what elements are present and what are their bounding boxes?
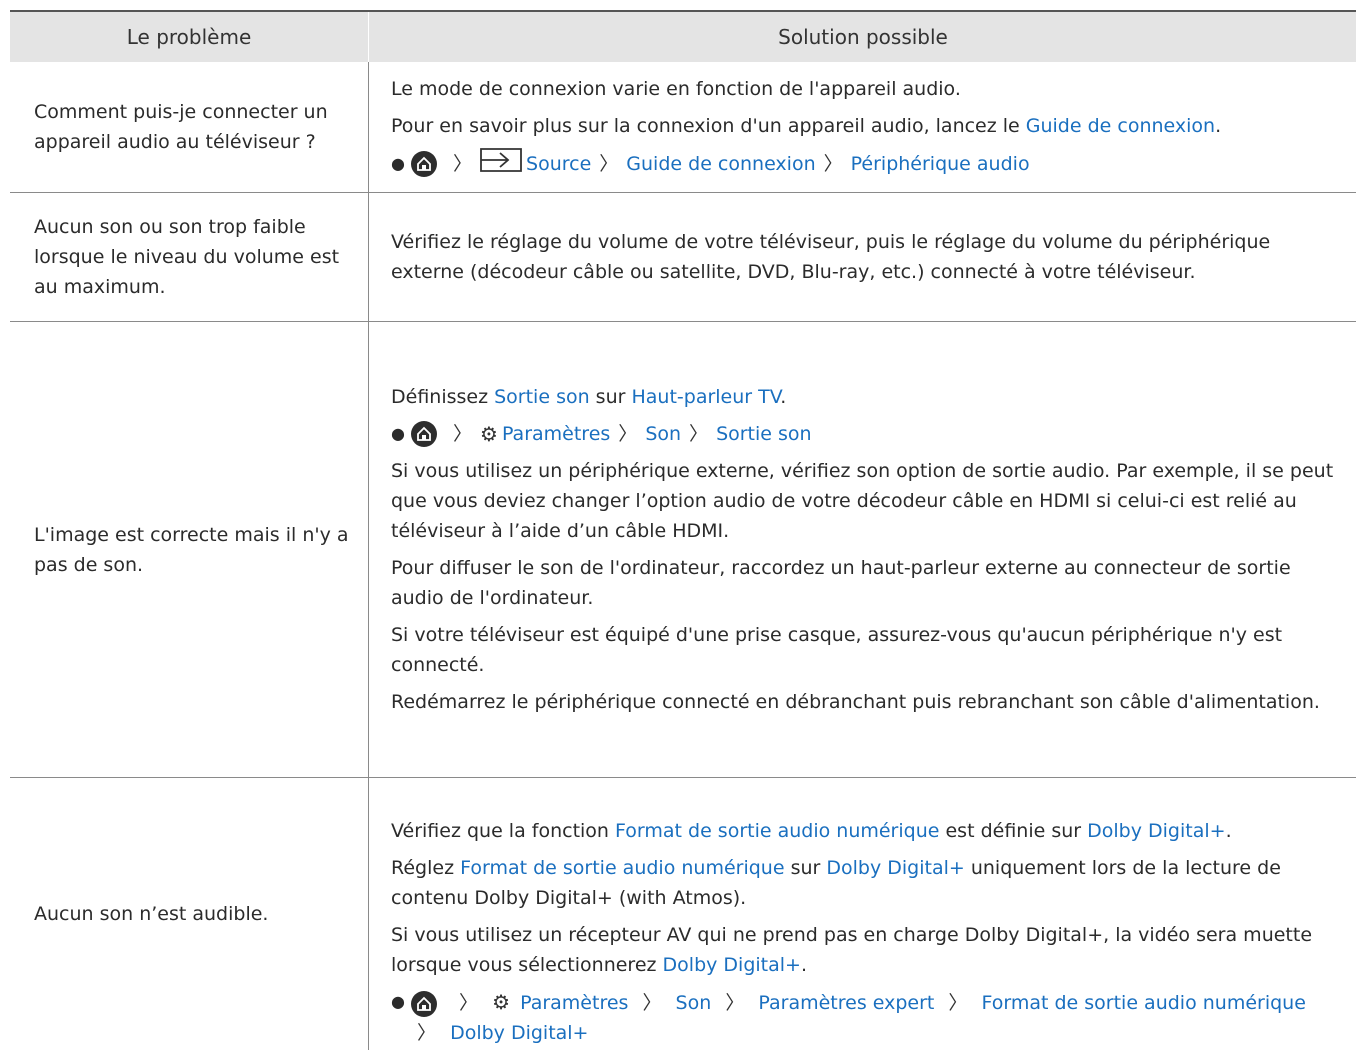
menu-path: ● 〉 Source 〉 Guide de connexion 〉 Périph… xyxy=(391,147,1346,181)
header-solution: Solution possible xyxy=(368,12,1356,62)
path-item[interactable]: Paramètres xyxy=(502,419,610,449)
home-icon xyxy=(411,421,437,447)
solution-text: Le mode de connexion varie en fonction d… xyxy=(391,77,961,100)
chevron-right-icon: 〉 xyxy=(459,992,479,1014)
problem-cell: L'image est correcte mais il n'y a pas d… xyxy=(10,322,368,777)
problem-text: L'image est correcte mais il n'y a pas d… xyxy=(34,523,349,576)
solution-cell: Le mode de connexion varie en fonction d… xyxy=(368,62,1356,192)
link-guide-connexion[interactable]: Guide de connexion xyxy=(1026,115,1215,137)
solution-cell: Définissez Sortie son sur Haut-parleur T… xyxy=(368,322,1356,777)
path-item[interactable]: Sortie son xyxy=(716,419,812,449)
path-item[interactable]: Périphérique audio xyxy=(851,149,1030,179)
table-row: Comment puis-je connecter un appareil au… xyxy=(10,62,1356,193)
path-item[interactable]: Paramètres xyxy=(520,992,628,1014)
link-dolby-digital-plus[interactable]: Dolby Digital+ xyxy=(826,857,964,879)
path-item[interactable]: Guide de connexion xyxy=(626,149,815,179)
header-problem: Le problème xyxy=(126,25,252,49)
solution-text: Redémarrez le périphérique connecté en d… xyxy=(391,691,1320,713)
menu-path: ● 〉 ⚙ Paramètres 〉 Son 〉 Paramètres expe… xyxy=(391,987,1346,1048)
link-sortie-son[interactable]: Sortie son xyxy=(494,386,590,408)
solution-text: Vérifiez le réglage du volume de votre t… xyxy=(391,231,1271,283)
path-item[interactable]: Source xyxy=(526,149,591,179)
chevron-right-icon: 〉 xyxy=(725,992,745,1014)
problem-cell: Comment puis-je connecter un appareil au… xyxy=(10,62,368,192)
link-format-sortie[interactable]: Format de sortie audio numérique xyxy=(460,857,784,879)
solution-text: Définissez Sortie son sur Haut-parleur T… xyxy=(391,386,787,408)
problem-cell: Aucun son n’est audible. xyxy=(10,778,368,1050)
table-row: Aucun son n’est audible. Vérifiez que la… xyxy=(10,778,1356,1050)
path-item[interactable]: Paramètres expert xyxy=(758,992,934,1014)
bullet-icon: ● xyxy=(391,424,405,443)
link-dolby-digital-plus[interactable]: Dolby Digital+ xyxy=(1087,820,1225,842)
link-haut-parleur-tv[interactable]: Haut-parleur TV xyxy=(631,386,780,408)
link-dolby-digital-plus[interactable]: Dolby Digital+ xyxy=(663,954,801,976)
gear-icon: ⚙ xyxy=(480,422,498,446)
home-icon xyxy=(411,151,437,177)
chevron-right-icon: 〉 xyxy=(823,153,843,175)
solution-cell: Vérifiez que la fonction Format de sorti… xyxy=(368,778,1356,1050)
table-header: Le problème Solution possible xyxy=(10,10,1356,62)
chevron-right-icon: 〉 xyxy=(689,423,709,445)
link-format-sortie[interactable]: Format de sortie audio numérique xyxy=(615,820,939,842)
path-item[interactable]: Son xyxy=(645,419,681,449)
solution-text: Pour en savoir plus sur la connexion d'u… xyxy=(391,114,1222,137)
chevron-right-icon: 〉 xyxy=(642,992,662,1014)
table-row: L'image est correcte mais il n'y a pas d… xyxy=(10,322,1356,778)
chevron-right-icon: 〉 xyxy=(599,153,619,175)
chevron-right-icon: 〉 xyxy=(417,1022,437,1044)
solution-text: Si vous utilisez un périphérique externe… xyxy=(391,460,1334,542)
menu-path: ● 〉 ⚙ Paramètres 〉 Son 〉 Sortie son xyxy=(391,419,1346,449)
problem-text: Aucun son n’est audible. xyxy=(34,903,269,925)
solution-text: Si vous utilisez un récepteur AV qui ne … xyxy=(391,924,1313,976)
table-row: Aucun son ou son trop faible lorsque le … xyxy=(10,193,1356,322)
chevron-right-icon: 〉 xyxy=(453,153,473,175)
gear-icon: ⚙ xyxy=(492,990,511,1014)
bullet-icon: ● xyxy=(391,154,405,173)
home-icon xyxy=(411,990,437,1017)
chevron-right-icon: 〉 xyxy=(948,992,968,1014)
problem-cell: Aucun son ou son trop faible lorsque le … xyxy=(10,193,368,321)
problem-text: Comment puis-je connecter un appareil au… xyxy=(34,101,328,153)
chevron-right-icon: 〉 xyxy=(453,423,473,445)
solution-text: Si votre téléviseur est équipé d'une pri… xyxy=(391,624,1283,676)
solution-cell: Vérifiez le réglage du volume de votre t… xyxy=(368,193,1356,321)
path-item[interactable]: Format de sortie audio numérique xyxy=(981,992,1305,1014)
bullet-icon: ● xyxy=(391,992,405,1011)
path-item[interactable]: Son xyxy=(676,992,712,1014)
path-item[interactable]: Dolby Digital+ xyxy=(450,1022,588,1044)
source-icon xyxy=(480,147,522,181)
solution-text: Vérifiez que la fonction Format de sorti… xyxy=(391,820,1232,842)
problem-text: Aucun son ou son trop faible lorsque le … xyxy=(34,216,340,298)
solution-text: Réglez Format de sortie audio numérique … xyxy=(391,857,1281,909)
solution-text: Pour diffuser le son de l'ordinateur, ra… xyxy=(391,557,1291,609)
chevron-right-icon: 〉 xyxy=(618,423,638,445)
